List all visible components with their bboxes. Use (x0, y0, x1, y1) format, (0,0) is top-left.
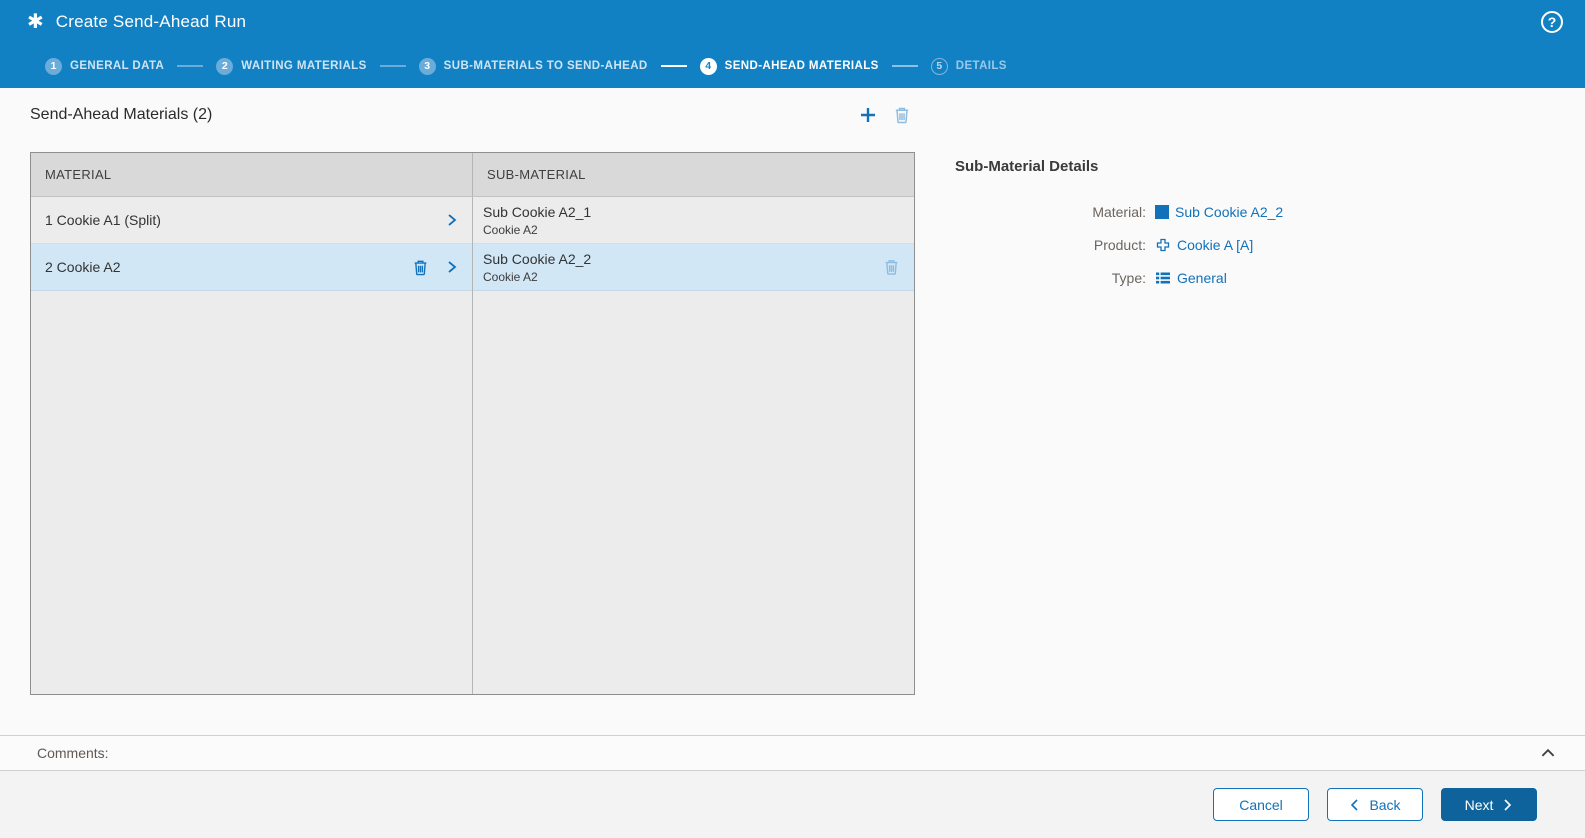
step-sub-materials-to-send-ahead[interactable]: 3 SUB-MATERIALS TO SEND-AHEAD (418, 57, 648, 75)
step-connector (891, 65, 918, 67)
create-send-ahead-run-window: ✱ Create Send-Ahead Run ? 1 GENERAL DATA… (0, 0, 1585, 838)
column-header-material: MATERIAL (45, 167, 112, 182)
add-material-button[interactable] (855, 102, 881, 128)
comments-bar[interactable]: Comments: (0, 735, 1585, 771)
material-row[interactable]: 1 Cookie A1 (Split) (31, 197, 472, 244)
cancel-button-label: Cancel (1239, 796, 1283, 813)
wizard-stepper: 1 GENERAL DATA 2 WAITING MATERIALS 3 SUB… (0, 44, 1585, 88)
step-number-badge: 2 (216, 57, 234, 75)
help-icon[interactable]: ? (1541, 11, 1563, 33)
send-ahead-materials-table: MATERIAL SUB-MATERIAL 1 Cookie A1 (Split… (30, 152, 915, 695)
field-label: Type: (1111, 270, 1146, 286)
comments-label: Comments: (37, 745, 109, 761)
section-title: Send-Ahead Materials (2) (30, 106, 213, 123)
material-link[interactable]: Sub Cookie A2_2 (1155, 204, 1283, 220)
material-list-pane: 1 Cookie A1 (Split) 2 Cookie A2 (31, 197, 472, 694)
send-ahead-materials-header: Send-Ahead Materials (2) (30, 100, 915, 130)
step-details[interactable]: 5 DETAILS (930, 57, 1007, 75)
top-bar: ✱ Create Send-Ahead Run ? (0, 0, 1585, 44)
detail-field-product: Product: Cookie A [A] (955, 234, 1385, 256)
product-cross-icon (1155, 237, 1171, 253)
step-number-badge: 1 (45, 57, 62, 75)
back-button-label: Back (1369, 796, 1401, 813)
step-connector (379, 65, 406, 67)
field-value-text: Cookie A [A] (1177, 237, 1254, 253)
step-waiting-materials[interactable]: 2 WAITING MATERIALS (216, 57, 367, 75)
step-send-ahead-materials[interactable]: 4 SEND-AHEAD MATERIALS (699, 57, 879, 75)
sub-material-row[interactable]: Sub Cookie A2_1 Cookie A2 (473, 197, 914, 244)
delete-material-button-disabled[interactable] (889, 102, 915, 128)
step-label: WAITING MATERIALS (241, 60, 367, 72)
trash-icon (893, 106, 911, 124)
product-link[interactable]: Cookie A [A] (1155, 237, 1253, 253)
step-number-badge: 3 (418, 57, 436, 75)
step-label: SEND-AHEAD MATERIALS (724, 60, 879, 72)
chevron-right-icon[interactable] (444, 212, 460, 228)
step-connector (177, 65, 204, 67)
sub-material-row-sublabel: Cookie A2 (483, 222, 538, 237)
field-value-text: General (1177, 270, 1227, 286)
chevron-left-icon (1349, 798, 1360, 811)
sub-material-row[interactable]: Sub Cookie A2_2 Cookie A2 (473, 244, 914, 291)
detail-field-material: Material: Sub Cookie A2_2 (955, 201, 1385, 223)
page-title: Create Send-Ahead Run (55, 12, 247, 31)
detail-field-type: Type: General (955, 267, 1385, 289)
field-label: Material: (1092, 204, 1146, 220)
column-header-sub-material: SUB-MATERIAL (472, 153, 914, 196)
material-square-icon (1155, 205, 1169, 219)
next-button-label: Next (1464, 796, 1494, 813)
step-number-badge: 4 (699, 57, 717, 75)
main-content: Send-Ahead Materials (2) MATERIAL SUB-MA… (0, 88, 1585, 735)
chevron-up-icon[interactable] (1539, 744, 1557, 762)
trash-icon-disabled[interactable] (883, 259, 900, 276)
list-icon (1155, 270, 1171, 286)
app-asterisk-icon: ✱ (27, 11, 44, 33)
step-general-data[interactable]: 1 GENERAL DATA (45, 57, 165, 75)
field-value-text: Sub Cookie A2_2 (1175, 204, 1284, 220)
material-row-label: 2 Cookie A2 (45, 259, 121, 275)
material-row-label: 1 Cookie A1 (Split) (45, 212, 161, 228)
trash-icon[interactable] (412, 259, 429, 276)
sub-material-row-label: Sub Cookie A2_1 (483, 203, 592, 220)
cancel-button[interactable]: Cancel (1213, 788, 1309, 821)
back-button[interactable]: Back (1327, 788, 1423, 821)
sub-material-list-pane: Sub Cookie A2_1 Cookie A2 Sub Cookie A2_… (472, 197, 914, 694)
table-body: 1 Cookie A1 (Split) 2 Cookie A2 Sub Cook… (31, 197, 914, 694)
plus-icon (858, 105, 878, 125)
sub-material-row-sublabel: Cookie A2 (483, 269, 538, 284)
chevron-right-icon[interactable] (444, 259, 460, 275)
step-number-badge: 5 (930, 57, 948, 75)
sub-material-row-label: Sub Cookie A2_2 (483, 250, 592, 267)
step-label: GENERAL DATA (70, 60, 165, 72)
sub-material-details-panel: Sub-Material Details Material: Sub Cooki… (955, 158, 1385, 300)
table-header-row: MATERIAL SUB-MATERIAL (31, 153, 914, 197)
chevron-right-icon (1502, 798, 1513, 811)
wizard-footer: Cancel Back Next (0, 771, 1585, 838)
step-label: SUB-MATERIALS TO SEND-AHEAD (443, 60, 648, 72)
type-link[interactable]: General (1155, 270, 1227, 286)
next-button[interactable]: Next (1441, 788, 1537, 821)
details-panel-title: Sub-Material Details (955, 158, 1099, 175)
field-label: Product: (1093, 237, 1146, 253)
material-row[interactable]: 2 Cookie A2 (31, 244, 472, 291)
step-connector (660, 65, 687, 67)
step-label: DETAILS (955, 60, 1007, 72)
